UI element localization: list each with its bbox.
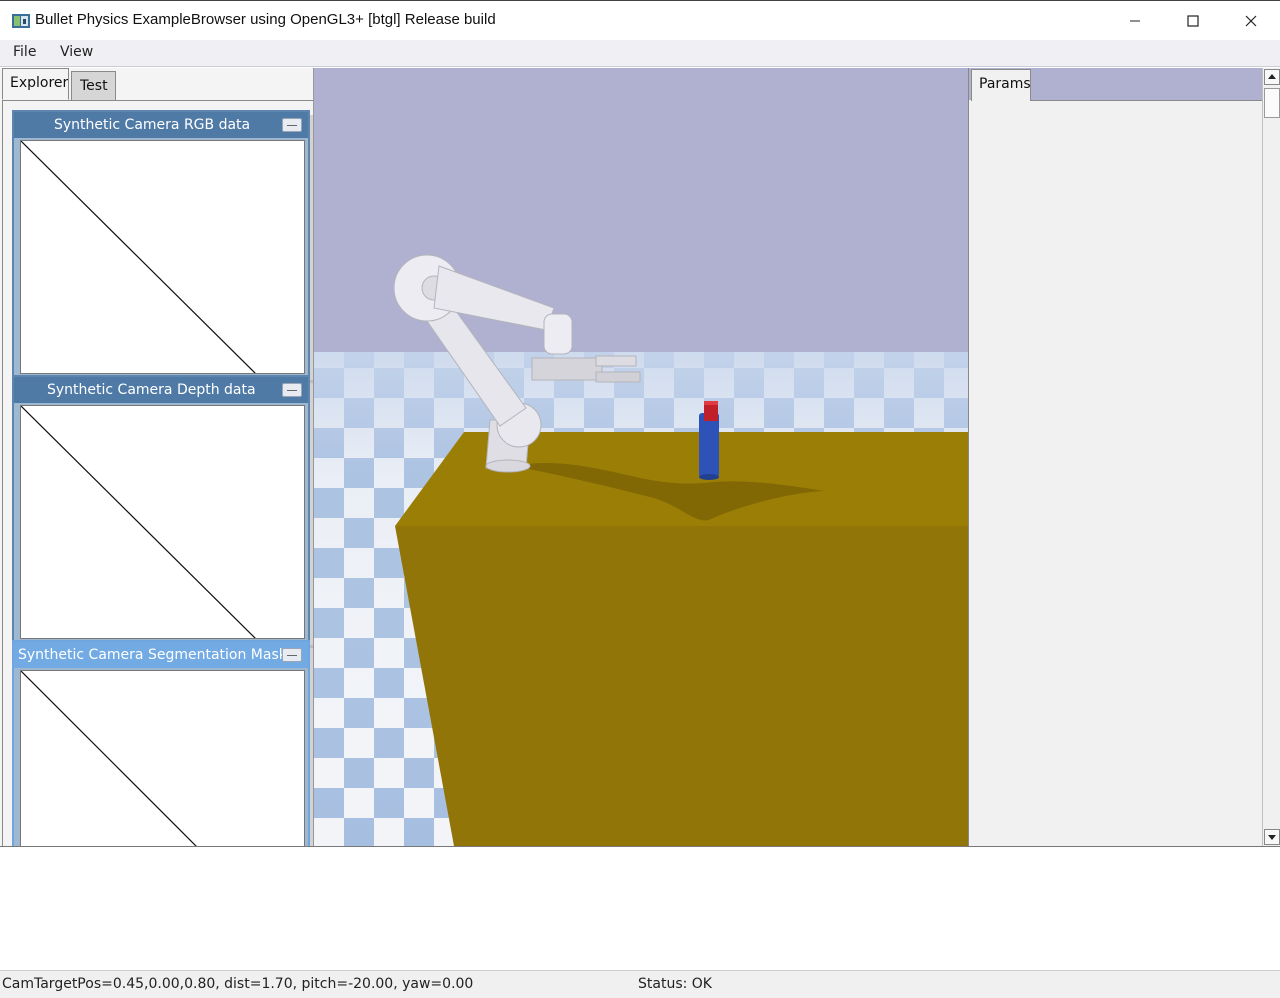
tab-params[interactable]: Params <box>971 69 1031 101</box>
status-text: Status: OK <box>638 976 712 992</box>
table-front <box>395 526 968 846</box>
rgb-camera-title[interactable]: Synthetic Camera RGB data <box>14 112 308 138</box>
minimize-icon[interactable] <box>1112 1 1158 41</box>
console-panel <box>0 846 1280 970</box>
params-scrollbar[interactable] <box>1262 68 1280 846</box>
rgb-camera-title-text: Synthetic Camera RGB data <box>54 117 251 133</box>
scroll-down-arrow-icon[interactable] <box>1264 829 1280 845</box>
menu-bar: File View <box>0 40 1280 67</box>
3d-viewport[interactable] <box>314 68 968 846</box>
menu-file[interactable]: File <box>13 44 43 60</box>
title-bar: Bullet Physics ExampleBrowser using Open… <box>0 0 1280 40</box>
menu-view[interactable]: View <box>60 44 96 60</box>
status-bar: CamTargetPos=0.45,0.00,0.80, dist=1.70, … <box>0 970 1280 998</box>
segmentation-camera-title[interactable]: Synthetic Camera Segmentation Mask <box>14 642 308 668</box>
app-icon <box>12 13 30 29</box>
params-panel: Params <box>968 68 1263 846</box>
params-divider <box>1031 100 1263 101</box>
scroll-up-arrow-icon[interactable] <box>1264 69 1280 85</box>
segmentation-camera-minimize-button[interactable] <box>282 648 302 662</box>
tab-explorer[interactable]: Explorer <box>2 68 69 100</box>
camera-status-text: CamTargetPos=0.45,0.00,0.80, dist=1.70, … <box>2 976 474 992</box>
depth-camera-image <box>20 405 305 639</box>
rgb-camera-image <box>20 140 305 374</box>
depth-camera-minimize-button[interactable] <box>282 383 302 397</box>
depth-camera-title-text: Synthetic Camera Depth data <box>47 382 256 398</box>
depth-camera-window[interactable]: Synthetic Camera Depth data <box>12 375 310 643</box>
depth-camera-title[interactable]: Synthetic Camera Depth data <box>14 377 308 403</box>
window-title: Bullet Physics ExampleBrowser using Open… <box>35 11 496 28</box>
rgb-camera-window[interactable]: Synthetic Camera RGB data <box>12 110 310 378</box>
maximize-icon[interactable] <box>1170 1 1216 41</box>
close-icon[interactable] <box>1228 1 1274 41</box>
rgb-camera-minimize-button[interactable] <box>282 118 302 132</box>
tab-test[interactable]: Test <box>71 71 116 100</box>
segmentation-camera-title-text: Synthetic Camera Segmentation Mask <box>18 647 287 663</box>
table-top <box>395 432 968 526</box>
scroll-thumb[interactable] <box>1264 88 1280 118</box>
